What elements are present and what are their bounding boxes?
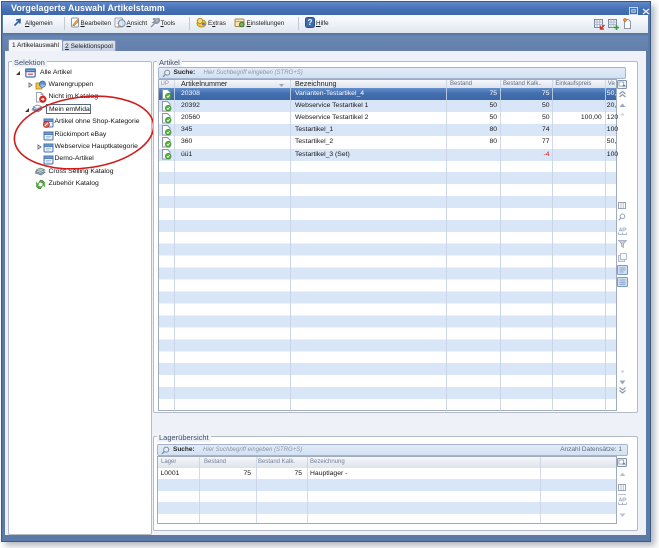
- svg-text:?: ?: [307, 18, 312, 27]
